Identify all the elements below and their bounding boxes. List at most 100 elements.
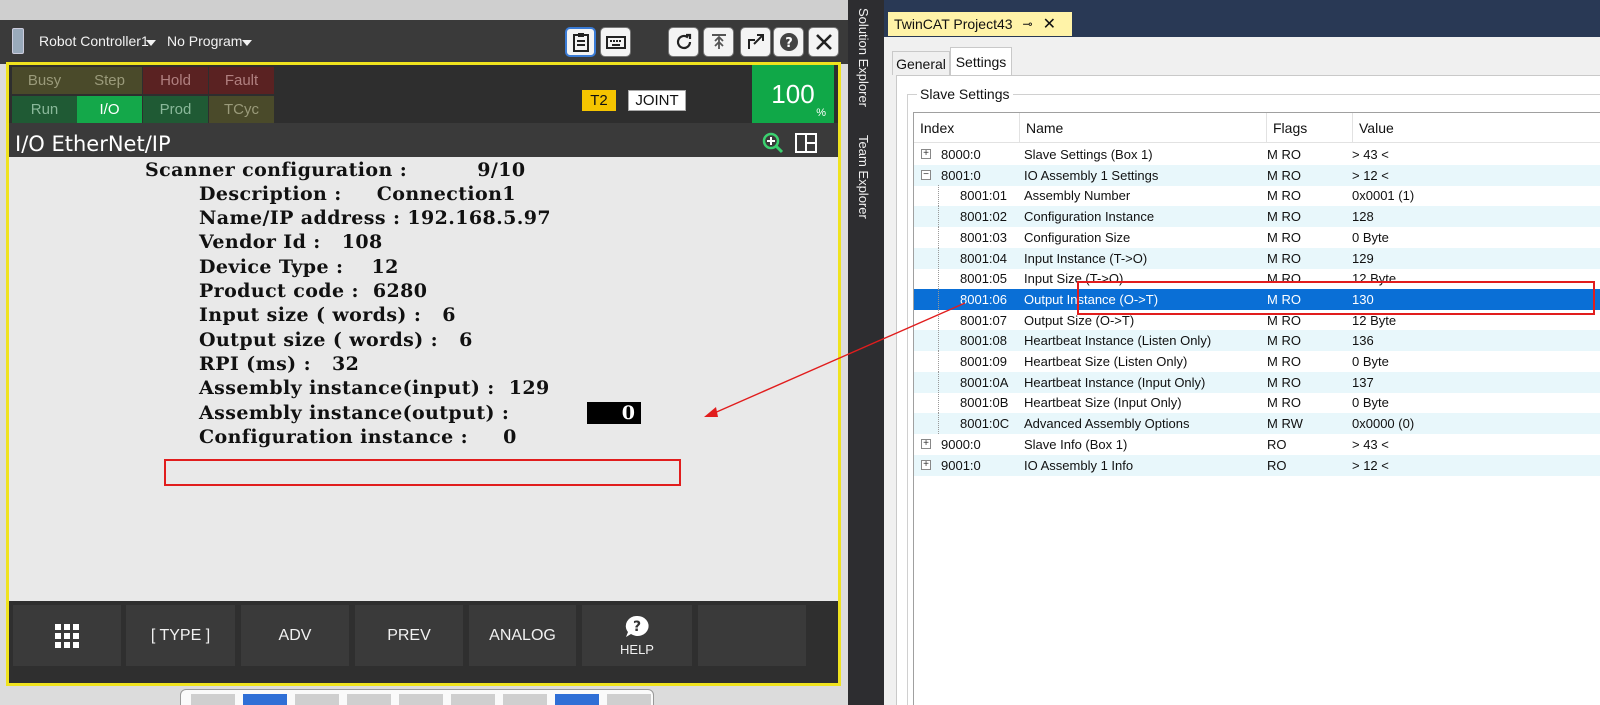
status-light-1: I/O: [77, 96, 142, 123]
cell-name: Heartbeat Instance (Listen Only): [1024, 333, 1212, 349]
cell-value: 137: [1352, 374, 1374, 390]
close-button[interactable]: [808, 27, 839, 57]
cell-name: Heartbeat Size (Input Only): [1024, 395, 1182, 411]
team-explorer-tab[interactable]: Team Explorer: [856, 135, 871, 219]
analog-button[interactable]: ANALOG: [469, 605, 576, 666]
table-row[interactable]: −8001:0 IO Assembly 1 Settings M RO > 12 <: [914, 164, 1600, 186]
table-row[interactable]: 8001:03 Configuration Size M RO 0 Byte: [914, 226, 1600, 248]
controller-name[interactable]: Robot Controller1: [39, 33, 149, 49]
highlight-box: [164, 459, 681, 486]
table-row[interactable]: +9001:0 IO Assembly 1 Info RO > 12 <: [914, 454, 1600, 476]
table-row[interactable]: +9000:0 Slave Info (Box 1) RO > 43 <: [914, 434, 1600, 455]
cell-flags: M RO: [1267, 250, 1301, 266]
table-row[interactable]: 8001:08 Heartbeat Instance (Listen Only) M…: [914, 330, 1600, 352]
cell-index: 8000:0: [941, 147, 981, 162]
cell-flags: RO: [1267, 436, 1287, 452]
pin-icon[interactable]: ⊸: [1023, 17, 1033, 31]
cell-name: Advanced Assembly Options: [1024, 416, 1190, 432]
table-row[interactable]: 8001:0C Advanced Assembly Options M RW 0x00…: [914, 413, 1600, 435]
expand-icon[interactable]: +: [921, 149, 931, 159]
keyboard-icon: [605, 36, 626, 49]
keyboard-button[interactable]: [600, 27, 631, 57]
cell-index: 9000:0: [941, 436, 981, 452]
document-tab-title: TwinCAT Project43: [894, 16, 1013, 32]
expand-icon: [747, 34, 764, 49]
config-line: Scanner configuration : 9/10: [145, 159, 526, 181]
tree-line: [938, 392, 939, 414]
status-light-1: Step: [77, 67, 142, 94]
expand-icon[interactable]: +: [921, 459, 931, 470]
program-selector[interactable]: No Program: [167, 33, 242, 49]
clipboard-icon: [572, 33, 589, 52]
menu-grid-button[interactable]: [13, 605, 121, 666]
override-indicator[interactable]: 100 %: [752, 65, 834, 123]
tray-segment: [347, 694, 391, 705]
column-header-name[interactable]: Name: [1020, 113, 1267, 143]
coord-badge[interactable]: JOINT: [628, 90, 686, 111]
prev-button[interactable]: PREV: [355, 605, 463, 666]
display-button[interactable]: [565, 27, 596, 57]
refresh-button[interactable]: [668, 27, 699, 57]
cell-value: > 43 <: [1352, 436, 1389, 452]
pendant-screen: Busy Step Hold Fault Run I/O Prod TCyc T2 JOIN…: [6, 62, 841, 686]
column-header-index[interactable]: Index: [914, 113, 1020, 143]
chevron-down-icon[interactable]: [146, 40, 156, 46]
cell-name: IO Assembly 1 Settings: [1024, 167, 1159, 183]
adv-button[interactable]: ADV: [241, 605, 349, 666]
help-label: HELP: [620, 642, 654, 657]
pin-button[interactable]: [703, 27, 734, 57]
tab-settings[interactable]: Settings: [950, 47, 1012, 75]
group-label: Slave Settings: [917, 86, 1013, 102]
table-row[interactable]: 8001:02 Configuration Instance M RO 128: [914, 206, 1600, 228]
tree-line: [938, 268, 939, 290]
table-row[interactable]: +8000:0 Slave Settings (Box 1) M RO > 43 <: [914, 144, 1600, 165]
config-line: Name/IP address : 192.168.5.97: [199, 207, 552, 229]
config-line-selected[interactable]: Assembly instance(output) :: [199, 402, 509, 424]
table-row[interactable]: 8001:01 Assembly Number M RO 0x0001 (1): [914, 185, 1600, 207]
config-content: Scanner configuration : 9/10 Description…: [9, 157, 838, 601]
table-row[interactable]: 8001:0A Heartbeat Instance (Input Only) M …: [914, 371, 1600, 393]
expand-icon[interactable]: +: [921, 438, 931, 449]
column-header-value[interactable]: Value: [1353, 113, 1600, 143]
expand-button[interactable]: [740, 27, 771, 57]
close-icon[interactable]: ✕: [1043, 14, 1056, 34]
tree-line: [938, 226, 939, 248]
assembly-output-input[interactable]: 0: [587, 402, 641, 424]
status-light-0: Run: [12, 96, 77, 123]
pendant-background: [0, 0, 848, 22]
cell-value: 0 Byte: [1352, 229, 1389, 245]
cell-name: Assembly Number: [1024, 188, 1131, 204]
type-button[interactable]: [ TYPE ]: [126, 605, 235, 666]
chevron-down-icon[interactable]: [242, 40, 252, 46]
table-row[interactable]: 8001:09 Heartbeat Size (Listen Only) M RO 0…: [914, 351, 1600, 372]
config-line: Assembly instance(input) : 129: [199, 377, 550, 399]
tab-general[interactable]: General: [892, 51, 950, 75]
tray-segment: [555, 694, 599, 705]
cell-index: 8001:07: [960, 312, 1007, 328]
cell-flags: M RO: [1267, 147, 1301, 162]
settings-grid: Index Name Flags Value +8000:0 Slave Sett…: [913, 112, 1600, 705]
document-tab[interactable]: TwinCAT Project43 ⊸ ✕: [888, 12, 1072, 36]
tree-line: [938, 309, 939, 331]
svg-text:?: ?: [633, 619, 641, 635]
help-button[interactable]: ?: [773, 27, 804, 57]
status-light-3: Fault: [209, 67, 274, 94]
help-fkey-button[interactable]: ? HELP: [582, 605, 692, 666]
cell-flags: M RO: [1267, 188, 1301, 204]
cell-index: 8001:03: [960, 229, 1007, 245]
solution-explorer-tab[interactable]: Solution Explorer: [856, 8, 871, 107]
teach-pendant-window: Robot Controller1 No Program ? Busy Step H…: [0, 0, 848, 705]
cell-index: 8001:05: [960, 271, 1007, 287]
table-row[interactable]: 8001:0B Heartbeat Size (Input Only) M RO 0 …: [914, 392, 1600, 414]
cell-value: 0 Byte: [1352, 395, 1389, 411]
cell-name: Heartbeat Instance (Input Only): [1024, 374, 1206, 390]
cell-index: 8001:02: [960, 209, 1007, 225]
status-light-2: Prod: [143, 96, 208, 123]
pendant-bottom-tray: [180, 689, 654, 705]
column-header-flags[interactable]: Flags: [1267, 113, 1353, 143]
table-row[interactable]: 8001:04 Input Instance (T->O) M RO 129: [914, 247, 1600, 269]
split-view-icon[interactable]: [793, 131, 819, 155]
collapse-icon[interactable]: −: [921, 169, 931, 180]
zoom-in-icon[interactable]: [760, 131, 786, 155]
empty-fkey[interactable]: [698, 605, 806, 666]
